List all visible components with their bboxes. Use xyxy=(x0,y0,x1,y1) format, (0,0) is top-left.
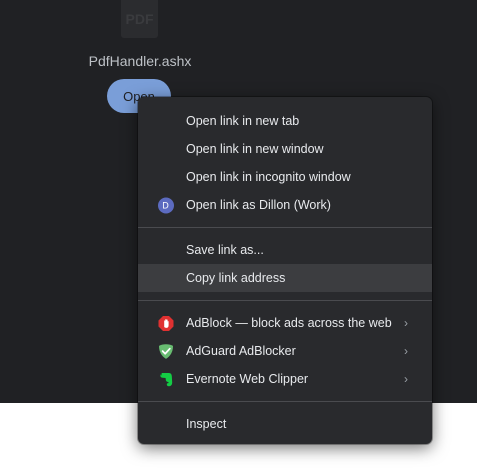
menu-item-label: Evernote Web Clipper xyxy=(186,372,309,386)
menu-item-label: Inspect xyxy=(186,417,227,431)
avatar: D xyxy=(157,197,174,213)
menu-item-copy-link[interactable]: Copy link address xyxy=(138,264,432,292)
menu-separator xyxy=(138,401,432,402)
menu-item-label: Open link in incognito window xyxy=(186,170,351,184)
menu-item-adguard[interactable]: AdGuard AdBlocker › xyxy=(138,337,432,365)
menu-separator xyxy=(138,300,432,301)
menu-item-label: Open link as Dillon (Work) xyxy=(186,198,331,212)
chevron-right-icon: › xyxy=(404,344,408,358)
adguard-icon xyxy=(157,343,174,360)
chevron-right-icon: › xyxy=(404,316,408,330)
profile-avatar-icon: D xyxy=(157,197,174,214)
chevron-right-icon: › xyxy=(404,372,408,386)
menu-separator xyxy=(138,227,432,228)
file-name: PdfHandler.ashx xyxy=(88,53,192,69)
menu-item-label: Copy link address xyxy=(186,271,286,285)
file-icon: PDF xyxy=(121,0,158,38)
context-menu: Open link in new tab Open link in new wi… xyxy=(138,97,432,444)
menu-item-open-incognito[interactable]: Open link in incognito window xyxy=(138,163,432,191)
menu-item-open-new-window[interactable]: Open link in new window xyxy=(138,135,432,163)
menu-item-label: Open link in new tab xyxy=(186,114,300,128)
menu-item-save-link[interactable]: Save link as... xyxy=(138,236,432,264)
adblock-icon xyxy=(157,315,174,332)
menu-item-open-as-profile[interactable]: D Open link as Dillon (Work) xyxy=(138,191,432,219)
menu-item-inspect[interactable]: Inspect xyxy=(138,410,432,438)
menu-item-label: Save link as... xyxy=(186,243,264,257)
menu-item-label: AdBlock — block ads across the web xyxy=(186,316,392,330)
menu-item-open-new-tab[interactable]: Open link in new tab xyxy=(138,107,432,135)
menu-item-label: AdGuard AdBlocker xyxy=(186,344,296,358)
evernote-icon xyxy=(157,371,174,388)
menu-item-evernote[interactable]: Evernote Web Clipper › xyxy=(138,365,432,393)
menu-item-label: Open link in new window xyxy=(186,142,324,156)
menu-item-adblock[interactable]: AdBlock — block ads across the web › xyxy=(138,309,432,337)
file-icon-text: PDF xyxy=(125,11,154,27)
